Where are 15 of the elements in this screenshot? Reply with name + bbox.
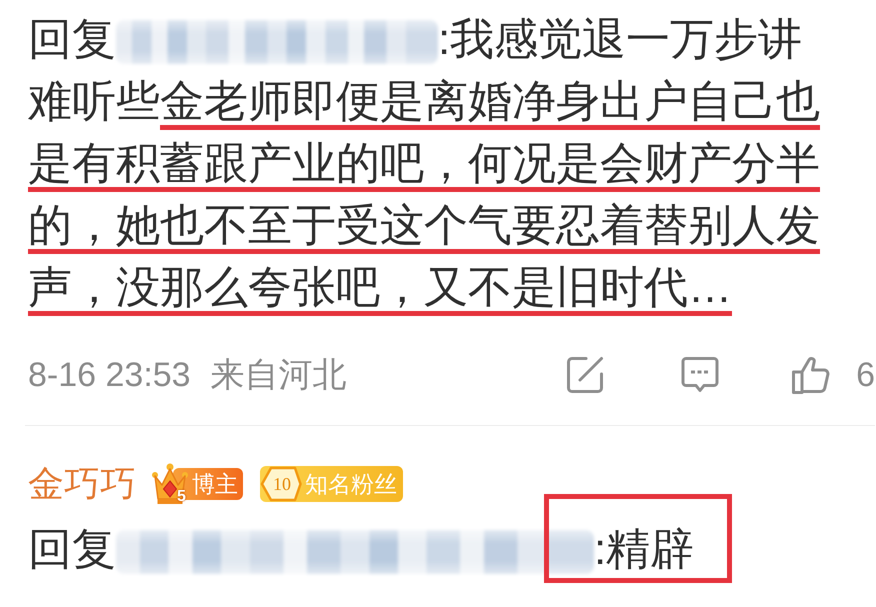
timestamp: 8-16 23:53 [28, 358, 191, 392]
comment-icon [680, 355, 720, 395]
comment-text: 回复 :精辟 [28, 519, 836, 581]
username[interactable]: 金巧巧 [28, 466, 136, 502]
badge-number: 5 [177, 489, 186, 505]
like-button[interactable]: 6 [791, 355, 875, 395]
badge-label: 知名粉丝 [305, 472, 397, 496]
thumbs-up-icon [791, 355, 832, 395]
comment-button[interactable] [680, 355, 720, 395]
hexagon-icon [260, 466, 302, 502]
location-text: 来自河北 [210, 358, 347, 392]
comment-text: 回复 :我感觉退一万步讲难听些金老师即便是离婚净身出户自己也是有积蓄跟产业的吧，何况是会财产分半的，她也不至于受这个气要忍着替别人发声，没那么夸张吧，又不是旧时代… [28, 14, 821, 314]
share-button[interactable] [565, 355, 606, 395]
badge-number: 10 [273, 475, 291, 493]
share-icon [565, 355, 606, 395]
